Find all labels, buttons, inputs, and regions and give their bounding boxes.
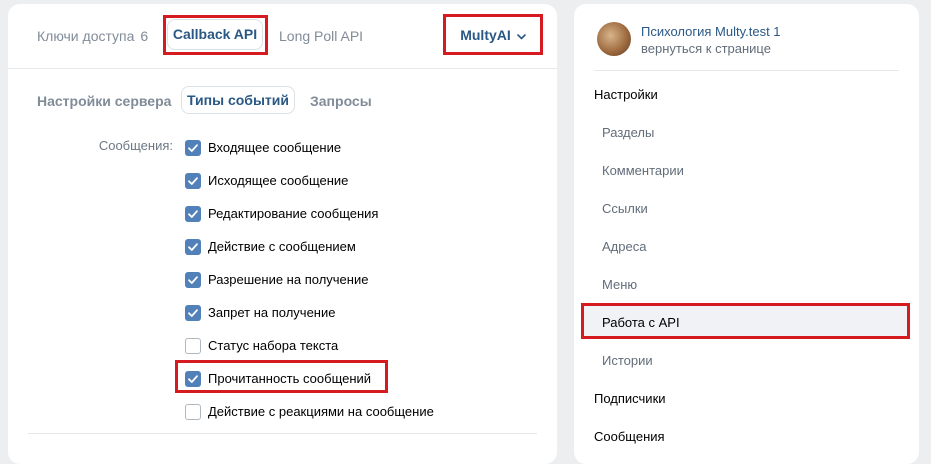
checkbox-unchecked[interactable] — [185, 338, 201, 354]
checkmark-icon — [188, 144, 198, 152]
event-checkbox-label: Статус набора текста — [208, 338, 339, 353]
menu-sections[interactable]: Разделы — [602, 125, 654, 140]
checkmark-icon — [188, 210, 198, 218]
event-checkbox-label: Действие с реакциями на сообщение — [208, 404, 434, 419]
tab-callback-api[interactable]: Callback API — [167, 19, 263, 50]
checkbox-checked[interactable] — [185, 206, 201, 222]
subtab-server-settings[interactable]: Настройки сервера — [37, 93, 171, 109]
checkbox-checked[interactable] — [185, 140, 201, 156]
event-checkbox-label: Редактирование сообщения — [208, 206, 379, 221]
divider — [28, 433, 537, 434]
app-selector-dropdown[interactable]: MultyAI — [445, 18, 541, 52]
checkmark-icon — [188, 177, 198, 185]
menu-comments[interactable]: Комментарии — [602, 163, 684, 178]
group-name-link[interactable]: Психология Multy.test 1 — [641, 24, 781, 39]
menu-addresses[interactable]: Адреса — [602, 239, 646, 254]
checkmark-icon — [188, 309, 198, 317]
checkbox-checked[interactable] — [185, 371, 201, 387]
event-checkbox-label: Действие с сообщением — [208, 239, 356, 254]
messages-group-label: Сообщения: — [98, 138, 173, 153]
event-checkbox-label: Входящее сообщение — [208, 140, 342, 155]
menu-messages[interactable]: Сообщения — [594, 429, 665, 444]
subtab-event-types[interactable]: Типы событий — [181, 86, 295, 114]
divider — [594, 70, 899, 71]
tab-access-keys[interactable]: Ключи доступа 6 — [37, 28, 148, 44]
event-checkbox-label: Исходящее сообщение — [208, 173, 349, 188]
checkbox-unchecked[interactable] — [185, 404, 201, 420]
menu-stories[interactable]: Истории — [602, 353, 653, 368]
tab-access-keys-count: 6 — [140, 28, 149, 44]
event-checkbox-label: Разрешение на получение — [208, 272, 369, 287]
event-checkbox-label: Запрет на получение — [208, 305, 336, 320]
community-settings-sidebar: Психология Multy.test 1 вернуться к стра… — [574, 4, 919, 464]
menu-settings[interactable]: Настройки — [594, 87, 658, 102]
avatar[interactable] — [597, 22, 631, 56]
api-settings-panel: Ключи доступа 6 Callback API Long Poll AP… — [8, 4, 557, 464]
checkbox-checked[interactable] — [185, 272, 201, 288]
chevron-down-icon — [516, 33, 526, 40]
checkbox-checked[interactable] — [185, 173, 201, 189]
api-tabs-bar: Ключи доступа 6 Callback API Long Poll AP… — [8, 4, 557, 69]
subtab-requests[interactable]: Запросы — [310, 93, 372, 109]
back-to-page-link[interactable]: вернуться к странице — [641, 41, 771, 56]
menu-api[interactable]: Работа с API — [602, 315, 680, 330]
checkmark-icon — [188, 243, 198, 251]
menu-links[interactable]: Ссылки — [602, 201, 648, 216]
event-checkbox-label: Прочитанность сообщений — [208, 371, 372, 386]
checkbox-checked[interactable] — [185, 305, 201, 321]
app-selector-label: MultyAI — [460, 27, 511, 43]
menu-menu[interactable]: Меню — [602, 277, 637, 292]
checkmark-icon — [188, 375, 198, 383]
menu-subscribers[interactable]: Подписчики — [594, 391, 666, 406]
tab-long-poll-api[interactable]: Long Poll API — [279, 28, 363, 44]
checkbox-checked[interactable] — [185, 239, 201, 255]
checkmark-icon — [188, 276, 198, 284]
tab-access-keys-label: Ключи доступа — [37, 28, 135, 44]
